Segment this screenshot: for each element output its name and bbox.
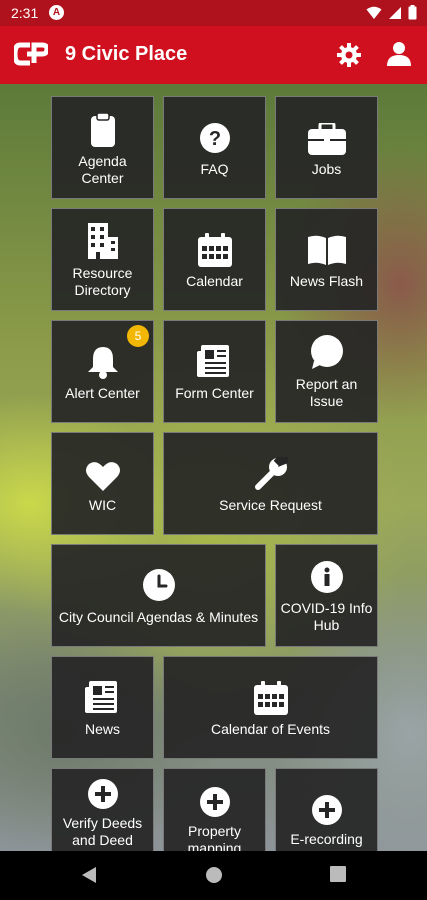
briefcase-icon <box>307 123 346 155</box>
tile-label: Calendar of Events <box>210 721 331 737</box>
tile-report-an-issue[interactable]: Report an Issue <box>275 320 378 423</box>
tile-faq[interactable]: ? FAQ <box>163 96 266 199</box>
tile-city-council-agendas-minutes[interactable]: City Council Agendas & Minutes <box>51 544 266 647</box>
newspaper-icon <box>84 681 117 713</box>
tile-service-request[interactable]: Service Request <box>163 432 378 535</box>
tile-calendar[interactable]: Calendar <box>163 208 266 311</box>
heart-icon <box>85 462 120 491</box>
speech-bubble-icon <box>310 335 343 369</box>
user-icon[interactable] <box>387 41 411 67</box>
gear-icon[interactable] <box>336 42 362 68</box>
tile-alert-center[interactable]: 5 Alert Center <box>51 320 154 423</box>
home-icon[interactable] <box>205 866 223 884</box>
tile-news[interactable]: News <box>51 656 154 759</box>
back-icon[interactable] <box>81 866 97 884</box>
tile-news-flash[interactable]: News Flash <box>275 208 378 311</box>
tile-label: Service Request <box>219 497 322 513</box>
tile-label: Resource Directory <box>72 265 133 298</box>
calendar-icon <box>197 233 232 267</box>
tile-label: Verify Deeds and Deed <box>62 815 143 848</box>
svg-text:?: ? <box>208 128 220 150</box>
signal-icon <box>389 6 401 19</box>
tile-label: COVID-19 Info Hub <box>280 600 373 633</box>
tile-jobs[interactable]: Jobs <box>275 96 378 199</box>
tile-grid: Agenda Center ? FAQ Jobs Resource Direct… <box>0 84 427 851</box>
tile-label: Alert Center <box>65 385 140 401</box>
civicplus-logo-icon[interactable] <box>14 41 48 67</box>
tile-label: News <box>84 721 120 737</box>
building-icon <box>87 223 118 259</box>
tile-resource-directory[interactable]: Resource Directory <box>51 208 154 311</box>
bell-icon <box>87 347 118 379</box>
wifi-icon <box>366 6 382 19</box>
clipboard-icon <box>90 113 115 147</box>
info-circle-icon <box>310 561 343 593</box>
newspaper-icon <box>196 345 229 377</box>
navigation-bar <box>0 851 427 900</box>
tile-form-center[interactable]: Form Center <box>163 320 266 423</box>
calendar-icon <box>253 681 288 715</box>
app-bar: 9 Civic Place <box>0 26 427 84</box>
battery-icon <box>408 5 417 20</box>
status-bar: 2:31 A <box>0 0 427 26</box>
tile-label: Calendar <box>186 273 243 289</box>
tile-label: City Council Agendas & Minutes <box>58 609 259 625</box>
app-title: 9 Civic Place <box>65 43 188 65</box>
tile-covid-19-info-hub[interactable]: COVID-19 Info Hub <box>275 544 378 647</box>
tile-label: E-recording <box>290 831 363 847</box>
wrench-icon <box>254 457 288 490</box>
tile-label: WIC <box>88 497 117 513</box>
clock-icon <box>142 569 175 601</box>
tile-e-recording[interactable]: E-recording <box>275 768 378 851</box>
tile-agenda-center[interactable]: Agenda Center <box>51 96 154 199</box>
tile-label: Agenda Center <box>78 153 127 186</box>
a-circle-icon: A <box>49 5 64 20</box>
plus-circle-icon <box>199 787 230 817</box>
tile-label: Report an Issue <box>295 376 358 409</box>
tile-property-mapping[interactable]: Property mapping <box>163 768 266 851</box>
tile-verify-deeds[interactable]: Verify Deeds and Deed <box>51 768 154 851</box>
tile-label: Property mapping <box>187 823 242 851</box>
question-circle-icon: ? <box>199 123 230 153</box>
tile-label: News Flash <box>289 273 364 289</box>
notification-badge: 5 <box>127 325 149 347</box>
recents-icon[interactable] <box>330 866 346 882</box>
open-book-icon <box>307 235 346 265</box>
tile-calendar-of-events[interactable]: Calendar of Events <box>163 656 378 759</box>
tile-label: Form Center <box>175 385 254 401</box>
tile-wic[interactable]: WIC <box>51 432 154 535</box>
plus-circle-icon <box>311 795 342 825</box>
system-icons <box>366 5 417 20</box>
plus-circle-icon <box>87 779 118 809</box>
tile-label: FAQ <box>200 161 229 177</box>
tile-label: Jobs <box>311 161 342 177</box>
status-time: 2:31 <box>11 5 39 21</box>
